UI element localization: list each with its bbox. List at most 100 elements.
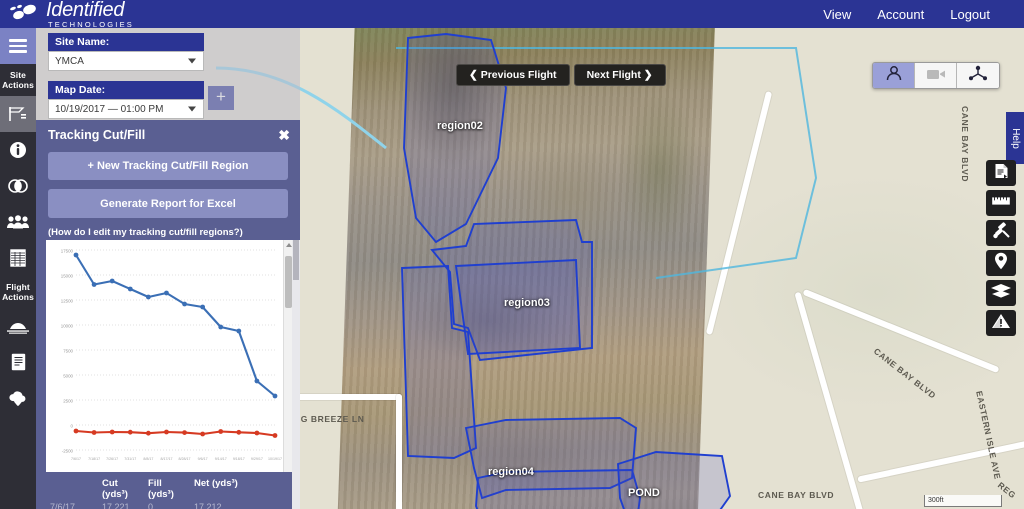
chevron-down-icon xyxy=(188,58,196,64)
svg-text:7/26/17: 7/26/17 xyxy=(106,457,118,461)
report-document-icon xyxy=(11,353,26,371)
three-d-model-view-button[interactable] xyxy=(957,63,999,88)
help-tab[interactable]: Help xyxy=(1006,112,1024,164)
help-tab-label: Help xyxy=(1009,127,1021,149)
sidebar-item-report-document[interactable] xyxy=(0,344,36,380)
previous-flight-button[interactable]: ❮ Previous Flight xyxy=(456,64,570,86)
hamburger-menu-icon[interactable] xyxy=(0,28,36,64)
sidebar-item-people[interactable] xyxy=(0,204,36,240)
svg-text:15000: 15000 xyxy=(61,274,74,279)
layers-icon xyxy=(990,283,1012,304)
svg-text:7500: 7500 xyxy=(63,349,73,354)
cut-fill-table: Cut (yds³) Fill (yds³) Net (yds³) 7/6/17 1… xyxy=(46,476,292,509)
panel-scrollbar-thumb[interactable] xyxy=(293,240,299,280)
table-cell-cut: 17,221 xyxy=(102,502,130,509)
site-selection-panel: Site Name: YMCA Map Date: 10/19/2017 — 0… xyxy=(36,28,300,120)
info-icon xyxy=(9,141,27,159)
site-name-label: Site Name: xyxy=(48,33,204,51)
svg-text:10/19/17: 10/19/17 xyxy=(268,457,282,461)
video-view-icon xyxy=(926,67,946,85)
svg-text:8/8/17: 8/8/17 xyxy=(143,457,153,461)
sidebar-item-stockpile[interactable] xyxy=(0,308,36,344)
brand-subtitle: TECHNOLOGIES xyxy=(48,19,134,29)
chart-svg: 17500 15000 12500 10000 7500 5000 2500 0 -2500 7/… xyxy=(61,249,282,462)
svg-text:-2500: -2500 xyxy=(62,449,74,454)
svg-text:9/14/17: 9/14/17 xyxy=(215,457,227,461)
nav-view[interactable]: View xyxy=(823,7,851,22)
top-navigation: View Account Logout xyxy=(823,7,1024,22)
generate-report-button[interactable]: Generate Report for Excel xyxy=(48,189,288,218)
three-d-model-view-icon xyxy=(968,65,988,86)
table-cell-date: 7/6/17 xyxy=(50,502,76,509)
brand-logo[interactable]: Identified TECHNOLOGIES xyxy=(0,0,134,28)
hazard-warning-icon xyxy=(990,313,1012,334)
people-group-icon xyxy=(6,215,30,229)
spreadsheet-icon xyxy=(10,249,26,267)
sidebar-item-overlap-compare[interactable] xyxy=(0,168,36,204)
brand-name: Identified xyxy=(46,0,125,21)
hazard-warning-button[interactable] xyxy=(986,310,1016,336)
table-cell-fill: 0 xyxy=(148,502,154,509)
flight-navigation: ❮ Previous Flight Next Flight ❯ xyxy=(456,64,666,86)
overlap-compare-icon xyxy=(7,179,29,193)
stockpile-icon xyxy=(6,318,30,334)
table-row[interactable]: 7/6/17 17,221 0 17,212 xyxy=(46,502,292,509)
logo-mark-icon xyxy=(9,3,40,24)
ruler-measure-button[interactable] xyxy=(986,190,1016,216)
export-document-icon xyxy=(994,163,1009,184)
left-icon-rail: Site Actions Flight Actions xyxy=(0,28,36,509)
orthophoto-view-icon xyxy=(885,65,903,86)
svg-text:5000: 5000 xyxy=(63,374,73,379)
table-cell-net: 17,212 xyxy=(194,502,222,509)
rail-group-site-actions-label: Site Actions xyxy=(2,70,34,90)
svg-text:7/31/17: 7/31/17 xyxy=(124,457,136,461)
chevron-down-icon xyxy=(188,106,196,112)
scrollbar-thumb[interactable] xyxy=(285,256,292,308)
panel-scrollbar[interactable] xyxy=(292,240,300,509)
next-flight-button[interactable]: Next Flight ❯ xyxy=(573,64,666,86)
sidebar-item-cut-fill-region[interactable] xyxy=(0,96,36,132)
table-header-fill: Fill (yds³) xyxy=(148,478,174,500)
map-date-value: 10/19/2017 — 01:00 PM xyxy=(55,103,164,115)
application-root: Identified TECHNOLOGIES View Account Log… xyxy=(0,0,1024,509)
map-pin-button[interactable] xyxy=(986,250,1016,276)
svg-text:17500: 17500 xyxy=(61,249,74,254)
satellite-gps-icon xyxy=(992,222,1011,244)
sidebar-item-cloud-download[interactable] xyxy=(0,380,36,416)
ruler-measure-icon xyxy=(991,194,1011,212)
satellite-gps-button[interactable] xyxy=(986,220,1016,246)
svg-text:0: 0 xyxy=(71,424,74,429)
svg-text:10000: 10000 xyxy=(61,324,74,329)
layers-button[interactable] xyxy=(986,280,1016,306)
map-date-field: Map Date: 10/19/2017 — 01:00 PM xyxy=(48,81,204,119)
export-document-button[interactable] xyxy=(986,160,1016,186)
nav-account[interactable]: Account xyxy=(877,7,924,22)
map-date-select[interactable]: 10/19/2017 — 01:00 PM xyxy=(48,99,204,119)
new-tracking-region-button[interactable]: + New Tracking Cut/Fill Region xyxy=(48,152,288,180)
sidebar-item-info[interactable] xyxy=(0,132,36,168)
video-view-button[interactable] xyxy=(915,63,957,88)
page-title: Tracking Cut/Fill xyxy=(48,128,146,142)
nav-logout[interactable]: Logout xyxy=(950,7,990,22)
table-header-cut: Cut (yds³) xyxy=(102,478,128,500)
sidebar-item-spreadsheet[interactable] xyxy=(0,240,36,276)
map-scale-bar: 300ft xyxy=(924,495,1002,507)
tracking-panel-header: Tracking Cut/Fill ✖ xyxy=(36,120,300,148)
orthophoto-view-button[interactable] xyxy=(873,63,915,88)
map-pin-icon xyxy=(994,252,1008,275)
chart-scrollbar[interactable] xyxy=(283,240,292,472)
close-icon[interactable]: ✖ xyxy=(278,128,290,142)
map-date-label: Map Date: xyxy=(48,81,204,99)
map-tools-bar xyxy=(986,160,1016,336)
table-header-net: Net (yds³) xyxy=(194,478,238,489)
site-name-select[interactable]: YMCA xyxy=(48,51,204,71)
svg-text:12500: 12500 xyxy=(61,299,74,304)
svg-text:8/17/17: 8/17/17 xyxy=(160,457,172,461)
cut-fill-region-icon xyxy=(8,106,29,122)
svg-text:7/6/17: 7/6/17 xyxy=(71,457,81,461)
top-bar: Identified TECHNOLOGIES View Account Log… xyxy=(0,0,1024,28)
site-name-field: Site Name: YMCA xyxy=(48,33,204,71)
table-header-row: Cut (yds³) Fill (yds³) Net (yds³) xyxy=(46,476,292,500)
cut-fill-trend-chart[interactable]: 17500 15000 12500 10000 7500 5000 2500 0 -2500 7/… xyxy=(46,240,292,472)
svg-text:9/18/17: 9/18/17 xyxy=(233,457,245,461)
